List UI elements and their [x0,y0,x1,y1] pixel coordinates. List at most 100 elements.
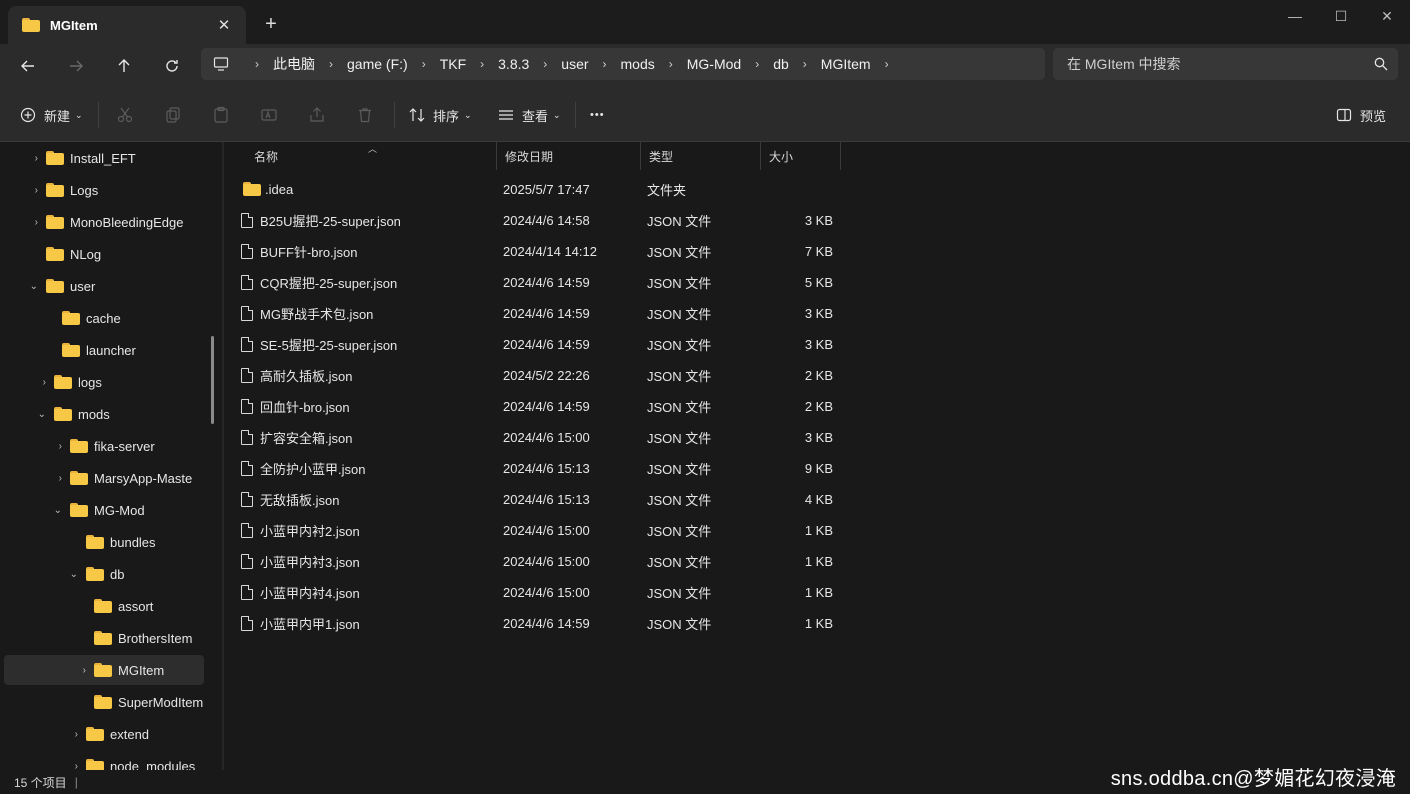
close-window-button[interactable]: ✕ [1364,0,1410,32]
breadcrumb-this-pc[interactable]: 此电脑 [273,54,315,74]
sort-button[interactable]: 排序 ⌄ [408,102,472,128]
chevron-down-icon[interactable]: ⌄ [4,569,78,580]
tree-item-cache[interactable]: cache [4,303,204,333]
tree-item-user[interactable]: ⌄ user [4,271,204,301]
paste-button[interactable] [212,102,230,128]
list-item[interactable]: 小蓝甲内甲1.json 2024/4/6 14:59 JSON 文件 1 KB [236,608,856,638]
tree-item-mgitem[interactable]: › MGItem [4,655,204,685]
file-size: 7 KB [804,243,833,259]
list-item[interactable]: 小蓝甲内衬4.json 2024/4/6 15:00 JSON 文件 1 KB [236,577,856,607]
list-item[interactable]: CQR握把-25-super.json 2024/4/6 14:59 JSON 文件… [236,267,856,297]
list-item[interactable]: .idea 2025/5/7 17:47 文件夹 [236,174,856,204]
column-header-date[interactable]: 修改日期 [497,142,641,170]
chevron-right-icon[interactable]: › [4,217,38,228]
cut-button[interactable] [116,102,134,128]
chevron-right-icon[interactable]: › [755,57,759,71]
rename-button[interactable] [260,102,278,128]
chevron-right-icon[interactable]: › [4,153,38,164]
tree-item-node-modules[interactable]: › node_modules [4,751,204,770]
new-tab-button[interactable]: + [258,11,284,37]
column-header-size[interactable]: 大小 [761,142,841,170]
list-item[interactable]: 全防护小蓝甲.json 2024/4/6 15:13 JSON 文件 9 KB [236,453,856,483]
minimize-button[interactable]: — [1272,0,1318,32]
chevron-right-icon[interactable]: › [669,57,673,71]
tree-item-db[interactable]: ⌄ db [4,559,204,589]
share-button[interactable] [308,102,326,128]
list-item[interactable]: 扩容安全箱.json 2024/4/6 15:00 JSON 文件 3 KB [236,422,856,452]
new-button[interactable]: 新建 ⌄ [20,102,83,128]
chevron-down-icon[interactable]: ⌄ [4,505,62,516]
breadcrumb-tkf[interactable]: TKF [440,56,466,72]
tree-item-fika-server[interactable]: › fika-server [4,431,204,461]
breadcrumb-user[interactable]: user [561,56,588,72]
search-box[interactable]: 在 MGItem 中搜索 [1053,48,1398,80]
tree-item-mg-mod[interactable]: ⌄ MG-Mod [4,495,204,525]
tree-item-monobleedingedge[interactable]: › MonoBleedingEdge [4,207,204,237]
tree-item-mods[interactable]: ⌄ mods [4,399,204,429]
list-item[interactable]: B25U握把-25-super.json 2024/4/6 14:58 JSON 文… [236,205,856,235]
delete-button[interactable] [356,102,374,128]
forward-button[interactable] [60,50,92,82]
folder-icon [86,535,104,549]
list-item[interactable]: BUFF针-bro.json 2024/4/14 14:12 JSON 文件 7 KB [236,236,856,266]
search-input[interactable]: 在 MGItem 中搜索 [1067,54,1374,74]
breadcrumb-mgitem[interactable]: MGItem [821,56,871,72]
list-item[interactable]: 无敌插板.json 2024/4/6 15:13 JSON 文件 4 KB [236,484,856,514]
tree-item-label: logs [78,374,102,390]
chevron-right-icon[interactable]: › [480,57,484,71]
chevron-right-icon[interactable]: › [803,57,807,71]
list-item[interactable]: MG野战手术包.json 2024/4/6 14:59 JSON 文件 3 KB [236,298,856,328]
chevron-right-icon[interactable]: › [4,729,78,740]
breadcrumb-db[interactable]: db [773,56,789,72]
chevron-right-icon[interactable]: › [4,473,62,484]
chevron-down-icon[interactable]: ⌄ [4,409,46,420]
chevron-right-icon[interactable]: › [603,57,607,71]
up-button[interactable] [108,50,140,82]
tree-item-logs-user[interactable]: › logs [4,367,204,397]
tree-item-supermoditem[interactable]: SuperModItem [4,687,204,717]
chevron-right-icon[interactable]: › [329,57,333,71]
nav-pane-scrollbar[interactable] [211,336,214,424]
refresh-button[interactable] [156,50,188,82]
chevron-down-icon[interactable]: ⌄ [4,281,38,292]
list-item[interactable]: 小蓝甲内衬3.json 2024/4/6 15:00 JSON 文件 1 KB [236,546,856,576]
tab-mgitem[interactable]: MGItem ✕ [8,6,246,44]
tree-item-nlog[interactable]: NLog [4,239,204,269]
column-header-type[interactable]: 类型 [641,142,761,170]
chevron-right-icon[interactable]: › [543,57,547,71]
chevron-right-icon[interactable]: › [885,57,889,71]
address-bar[interactable]: › 此电脑 › game (F:) › TKF › 3.8.3 › user ›… [201,48,1045,80]
tree-item-marsyapp[interactable]: › MarsyApp-Maste [4,463,204,493]
tab-close-button[interactable]: ✕ [212,13,236,37]
view-button[interactable]: 查看 ⌄ [497,102,561,128]
chevron-right-icon[interactable]: › [4,185,38,196]
chevron-right-icon[interactable]: › [4,377,46,388]
chevron-right-icon[interactable]: › [422,57,426,71]
column-header-name[interactable]: 名称 [246,142,497,170]
tree-item-brothersitem[interactable]: BrothersItem [4,623,204,653]
breadcrumb-game-drive[interactable]: game (F:) [347,56,408,72]
rename-icon [261,109,277,121]
list-item[interactable]: 小蓝甲内衬2.json 2024/4/6 15:00 JSON 文件 1 KB [236,515,856,545]
chevron-right-icon[interactable]: › [4,665,86,676]
more-options-button[interactable]: ••• [590,102,605,128]
breadcrumb-version[interactable]: 3.8.3 [498,56,529,72]
tree-item-install-eft[interactable]: › Install_EFT [4,143,204,173]
file-size: 9 KB [804,460,833,476]
breadcrumb-mods[interactable]: mods [621,56,655,72]
chevron-right-icon[interactable]: › [4,441,62,452]
tree-item-assort[interactable]: assort [4,591,204,621]
tree-item-launcher[interactable]: launcher [4,335,204,365]
chevron-right-icon[interactable]: › [4,761,78,771]
breadcrumb-mg-mod[interactable]: MG-Mod [687,56,741,72]
tree-item-logs[interactable]: › Logs [4,175,204,205]
copy-button[interactable] [164,102,182,128]
preview-button[interactable]: 预览 [1336,102,1386,128]
maximize-button[interactable]: ☐ [1318,0,1364,32]
tree-item-bundles[interactable]: bundles [4,527,204,557]
back-button[interactable] [12,50,44,82]
list-item[interactable]: 高耐久插板.json 2024/5/2 22:26 JSON 文件 2 KB [236,360,856,390]
list-item[interactable]: SE-5握把-25-super.json 2024/4/6 14:59 JSON 文… [236,329,856,359]
tree-item-extend[interactable]: › extend [4,719,204,749]
list-item[interactable]: 回血针-bro.json 2024/4/6 14:59 JSON 文件 2 KB [236,391,856,421]
